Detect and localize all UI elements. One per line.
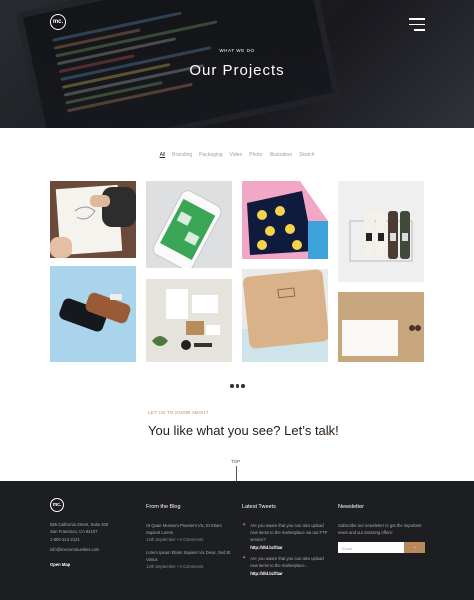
blog-post-meta: 14th September • 2 Comments [146, 537, 204, 543]
tweets-heading: Latest Tweets [242, 504, 276, 510]
twitter-icon: ✦ [242, 555, 247, 561]
newsletter-form: Email → [338, 542, 426, 554]
filter-sketch[interactable]: Sketch [299, 152, 314, 158]
blog-heading: From the Blog [146, 504, 181, 510]
cta-heading[interactable]: You like what you see? Let’s talk! [148, 423, 339, 438]
phone-number: 1-800-313-2121 [50, 536, 80, 542]
arrow-right-icon: → [412, 544, 417, 551]
bottles-carrier-image [349, 211, 413, 262]
project-tile-notebook-sketch[interactable] [50, 181, 136, 258]
scroll-top-link[interactable]: TOP [231, 459, 240, 464]
blog-post-title[interactable]: Lorem Ipsum Etiam Sapient Vix Deus, Sed … [146, 549, 232, 564]
project-tile-phone-case[interactable] [50, 266, 136, 362]
notebook-sketch-image [50, 184, 136, 258]
filter-all[interactable]: All [160, 152, 166, 158]
address-line: San Francisco, CA 94107 [50, 529, 98, 535]
filter-branding[interactable]: Branding [172, 152, 192, 158]
cta-eyebrow: LET US TO KNOW ABOUT [148, 410, 209, 415]
tweet-text: Are you aware that you can also upload n… [250, 522, 328, 543]
project-tile-bottles[interactable] [338, 181, 424, 282]
hero-eyebrow: WHAT WE DO [219, 48, 255, 53]
page-title: Our Projects [189, 62, 285, 79]
footer-logo[interactable]: mc. [50, 498, 64, 512]
project-tile-envelope[interactable] [338, 292, 424, 362]
open-map-link[interactable]: Open Map [50, 561, 130, 568]
address-line: 555 California Street, Suite 200 [50, 522, 109, 527]
filter-video[interactable]: Video [230, 152, 243, 158]
site-logo[interactable]: mc. [50, 14, 66, 30]
footer-newsletter: Newsletter Subscribe our newsletter to g… [338, 503, 426, 554]
tweet-item: ✦ Are you aware that you can also upload… [242, 555, 328, 577]
stationery-image [152, 289, 220, 350]
scroll-top-line [236, 466, 237, 482]
footer-contact: 555 California Street, Suite 200 San Fra… [50, 521, 130, 569]
project-filters: All Branding Packaging Video Photo Illus… [0, 152, 474, 158]
blog-post-title[interactable]: Ut Quae Museum Praesent Vix, Et Etiam Sa… [146, 522, 232, 537]
tweet-text: Are you aware that you can also upload n… [250, 556, 324, 569]
phone-case-image [59, 292, 131, 332]
newsletter-heading: Newsletter [338, 504, 364, 510]
project-tile-kraft-notebook[interactable] [242, 269, 328, 362]
subscribe-button[interactable]: → [404, 542, 425, 554]
footer: mc. 555 California Street, Suite 200 San… [0, 481, 474, 600]
twitter-icon: ✦ [242, 521, 247, 528]
footer-blog: From the Blog Ut Quae Museum Praesent Vi… [146, 503, 232, 571]
hamburger-icon[interactable] [409, 18, 425, 35]
tweet-link[interactable]: http://dld.bz/f4ar [250, 571, 283, 576]
more-dots-icon[interactable] [230, 384, 245, 388]
email-field[interactable]: Email [338, 542, 404, 554]
tweet-link[interactable]: http://dld.bz/f4ar [250, 545, 283, 550]
project-tile-phone-mockup[interactable] [146, 181, 232, 268]
project-tile-pink-yellow-art[interactable] [242, 181, 328, 259]
filter-packaging[interactable]: Packaging [199, 152, 222, 158]
footer-tweets: Latest Tweets ✦ Are you aware that you c… [242, 503, 328, 581]
blog-post-meta: 12th September • 2 Comments [146, 564, 204, 570]
arrow-right-icon[interactable]: → [320, 424, 333, 439]
filter-illustration[interactable]: Illustration [269, 152, 292, 158]
kraft-notebook-image [242, 269, 328, 362]
project-tile-stationery[interactable] [146, 279, 232, 362]
envelope-image [338, 292, 424, 362]
email-link[interactable]: info@mecommunities.com [50, 546, 130, 553]
phone-mockup-image [152, 190, 222, 268]
abstract-art-image [242, 181, 328, 259]
tweet-item: ✦ Are you aware that you can also upload… [242, 522, 328, 551]
filter-photo[interactable]: Photo [249, 152, 262, 158]
newsletter-text: Subscribe our newsletter to get the impo… [338, 522, 422, 535]
